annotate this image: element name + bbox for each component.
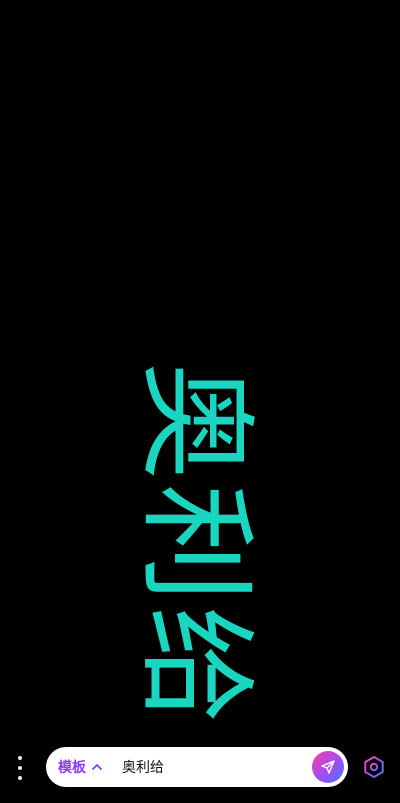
more-menu-button[interactable] [10,754,30,782]
template-button[interactable]: 模板 [58,747,102,787]
text-input[interactable] [122,747,302,787]
more-vertical-icon [18,756,22,760]
template-label: 模板 [58,760,86,776]
more-vertical-icon-dot [18,776,22,780]
bottom-bar: 模板 [0,742,400,792]
chevron-up-icon [92,764,102,770]
display-text: 奥利给 [127,361,265,729]
send-icon [321,760,335,774]
more-vertical-icon-dot [18,766,22,770]
send-button[interactable] [312,751,344,783]
screen: 奥利给 模板 [0,0,400,803]
input-pill: 模板 [46,747,348,787]
hexagon-settings-icon[interactable] [362,755,386,779]
